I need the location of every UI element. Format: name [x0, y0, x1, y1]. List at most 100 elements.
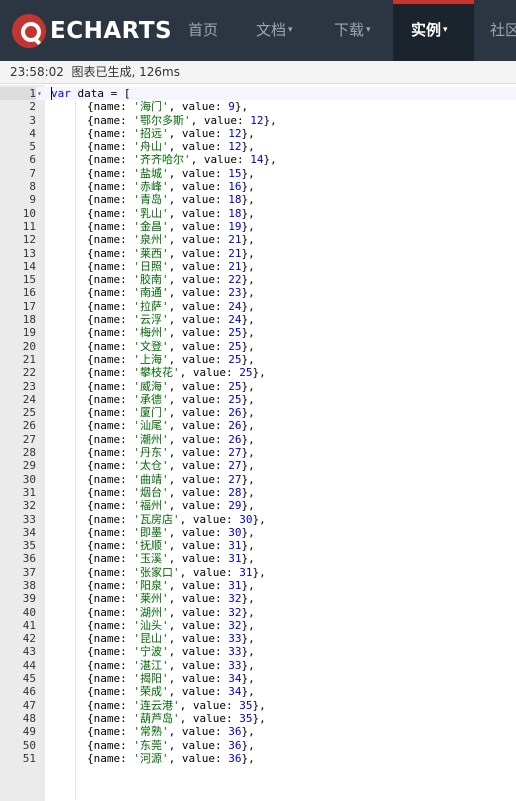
string-token: '齐齐哈尔' [133, 153, 191, 167]
keyword-token: var [51, 87, 71, 100]
line-number: 46 [22, 685, 36, 699]
code-line[interactable]: 4 {name: '招远', value: 12}, [0, 127, 516, 140]
code-line[interactable]: 15 {name: '胶南', value: 22}, [0, 273, 516, 286]
code-line[interactable]: 31 {name: '烟台', value: 28}, [0, 486, 516, 499]
nav-item-docs[interactable]: 文档 ▾ [256, 0, 293, 61]
code-line[interactable]: 27 {name: '潮州', value: 26}, [0, 433, 516, 446]
code-line[interactable]: 5 {name: '舟山', value: 12}, [0, 140, 516, 153]
code-line[interactable]: 13 {name: '莱西', value: 21}, [0, 247, 516, 260]
code-line[interactable]: 9 {name: '青岛', value: 18}, [0, 193, 516, 206]
line-number: 44 [22, 658, 36, 672]
string-token: '泉州' [133, 233, 169, 247]
code-line[interactable]: 34 {name: '即墨', value: 30}, [0, 526, 516, 539]
code-line[interactable]: 26 {name: '汕尾', value: 26}, [0, 419, 516, 432]
code-line[interactable]: 19 {name: '梅州', value: 25}, [0, 326, 516, 339]
line-number: 15 [22, 273, 36, 287]
code-line[interactable]: 21 {name: '上海', value: 25}, [0, 353, 516, 366]
code-text: {name: '揭阳', value: 34}, [87, 672, 255, 686]
echarts-logo-icon[interactable] [12, 14, 46, 48]
code-line[interactable]: 44 {name: '湛江', value: 33}, [0, 659, 516, 672]
line-number: 24 [22, 392, 36, 406]
code-line[interactable]: 40 {name: '湖州', value: 32}, [0, 606, 516, 619]
code-text: {name: '海门', value: 9}, [87, 100, 249, 114]
code-line[interactable]: 1 ▾ var data = [ [0, 87, 516, 101]
code-line[interactable]: 24 {name: '承德', value: 25}, [0, 393, 516, 406]
number-token: 31 [228, 552, 242, 566]
number-token: 12 [250, 113, 264, 127]
code-text: {name: '盐城', value: 15}, [87, 166, 255, 180]
nav-item-label: 首页 [188, 21, 219, 39]
code-line[interactable]: 16 {name: '南通', value: 23}, [0, 286, 516, 299]
nav-item-examples[interactable]: 实例 ▾ [393, 0, 474, 61]
number-token: 12 [228, 126, 242, 140]
code-line[interactable]: 25 {name: '厦门', value: 26}, [0, 406, 516, 419]
number-token: 35 [239, 711, 253, 725]
string-token: '烟台' [133, 485, 169, 499]
code-editor[interactable]: 1 ▾ var data = [ 2 {name: '海门', value: 9}… [0, 85, 516, 801]
code-line[interactable]: 43 {name: '宁波', value: 33}, [0, 645, 516, 658]
number-token: 23 [228, 286, 242, 300]
string-token: '湖州' [133, 605, 169, 619]
top-navbar: ECHARTS 首页 文档 ▾ 下载 ▾ 实例 ▾ 社区 [0, 0, 516, 61]
code-line[interactable]: 51 {name: '河源', value: 36}, [0, 752, 516, 765]
code-line[interactable]: 32 {name: '福州', value: 29}, [0, 499, 516, 512]
code-line[interactable]: 33 {name: '瓦房店', value: 30}, [0, 513, 516, 526]
string-token: '葫芦岛' [133, 711, 180, 725]
code-text: {name: '汕头', value: 32}, [87, 618, 255, 632]
code-line[interactable]: 35 {name: '抚顺', value: 31}, [0, 539, 516, 552]
code-line[interactable]: 36 {name: '玉溪', value: 31}, [0, 552, 516, 565]
nav-item-download[interactable]: 下载 ▾ [334, 0, 371, 61]
code-line[interactable]: 14 {name: '日照', value: 21}, [0, 260, 516, 273]
logo-text[interactable]: ECHARTS [50, 16, 172, 46]
code-line[interactable]: 48 {name: '葫芦岛', value: 35}, [0, 712, 516, 725]
code-line[interactable]: 3 {name: '鄂尔多斯', value: 12}, [0, 114, 516, 127]
code-line[interactable]: 6 {name: '齐齐哈尔', value: 14}, [0, 153, 516, 166]
code-line[interactable]: 8 {name: '赤峰', value: 16}, [0, 180, 516, 193]
code-line[interactable]: 39 {name: '莱州', value: 32}, [0, 592, 516, 605]
string-token: '湛江' [133, 658, 169, 672]
number-token: 34 [228, 685, 242, 699]
number-token: 18 [228, 193, 242, 207]
code-line[interactable]: 11 {name: '金昌', value: 19}, [0, 220, 516, 233]
fold-arrow-icon[interactable]: ▾ [37, 87, 45, 100]
code-line[interactable]: 17 {name: '拉萨', value: 24}, [0, 300, 516, 313]
code-line[interactable]: 41 {name: '汕头', value: 32}, [0, 619, 516, 632]
code-line[interactable]: 28 {name: '丹东', value: 27}, [0, 446, 516, 459]
nav-item-home[interactable]: 首页 [188, 0, 218, 61]
code-line[interactable]: 20 {name: '文登', value: 25}, [0, 340, 516, 353]
code-line[interactable]: 37 {name: '张家口', value: 31}, [0, 566, 516, 579]
code-line[interactable]: 12 {name: '泉州', value: 21}, [0, 233, 516, 246]
code-line[interactable]: 10 {name: '乳山', value: 18}, [0, 207, 516, 220]
code-line[interactable]: 47 {name: '连云港', value: 35}, [0, 699, 516, 712]
code-line[interactable]: 50 {name: '东莞', value: 36}, [0, 739, 516, 752]
code-line[interactable]: 22 {name: '攀枝花', value: 25}, [0, 366, 516, 379]
nav-item-community[interactable]: 社区 [490, 0, 516, 61]
code-line[interactable]: 38 {name: '阳泉', value: 31}, [0, 579, 516, 592]
string-token: '金昌' [133, 219, 169, 233]
number-token: 27 [228, 446, 242, 460]
code-line[interactable]: 45 {name: '揭阳', value: 34}, [0, 672, 516, 685]
code-line[interactable]: 29 {name: '太仓', value: 27}, [0, 459, 516, 472]
code-line[interactable]: 18 {name: '云浮', value: 24}, [0, 313, 516, 326]
string-token: '常熟' [133, 725, 169, 739]
line-number: 19 [22, 326, 36, 340]
code-text: {name: '攀枝花', value: 25}, [87, 366, 266, 380]
code-line[interactable]: 46 {name: '荣成', value: 34}, [0, 685, 516, 698]
code-line[interactable]: 30 {name: '曲靖', value: 27}, [0, 473, 516, 486]
line-number: 2 [29, 100, 36, 114]
number-token: 25 [239, 366, 253, 380]
code-line[interactable]: 7 {name: '盐城', value: 15}, [0, 167, 516, 180]
line-number: 10 [22, 206, 36, 220]
line-number: 3 [29, 113, 36, 127]
string-token: '玉溪' [133, 552, 169, 566]
nav-item-label: 实例 [411, 21, 442, 39]
line-number: 39 [22, 592, 36, 606]
number-token: 26 [228, 406, 242, 420]
code-line[interactable]: 42 {name: '昆山', value: 33}, [0, 632, 516, 645]
code-line[interactable]: 49 {name: '常熟', value: 36}, [0, 725, 516, 738]
string-token: '河源' [133, 751, 169, 765]
code-line[interactable]: 2 {name: '海门', value: 9}, [0, 100, 516, 113]
code-line[interactable]: 23 {name: '威海', value: 25}, [0, 380, 516, 393]
line-number: 36 [22, 552, 36, 566]
line-number: 8 [29, 180, 36, 194]
